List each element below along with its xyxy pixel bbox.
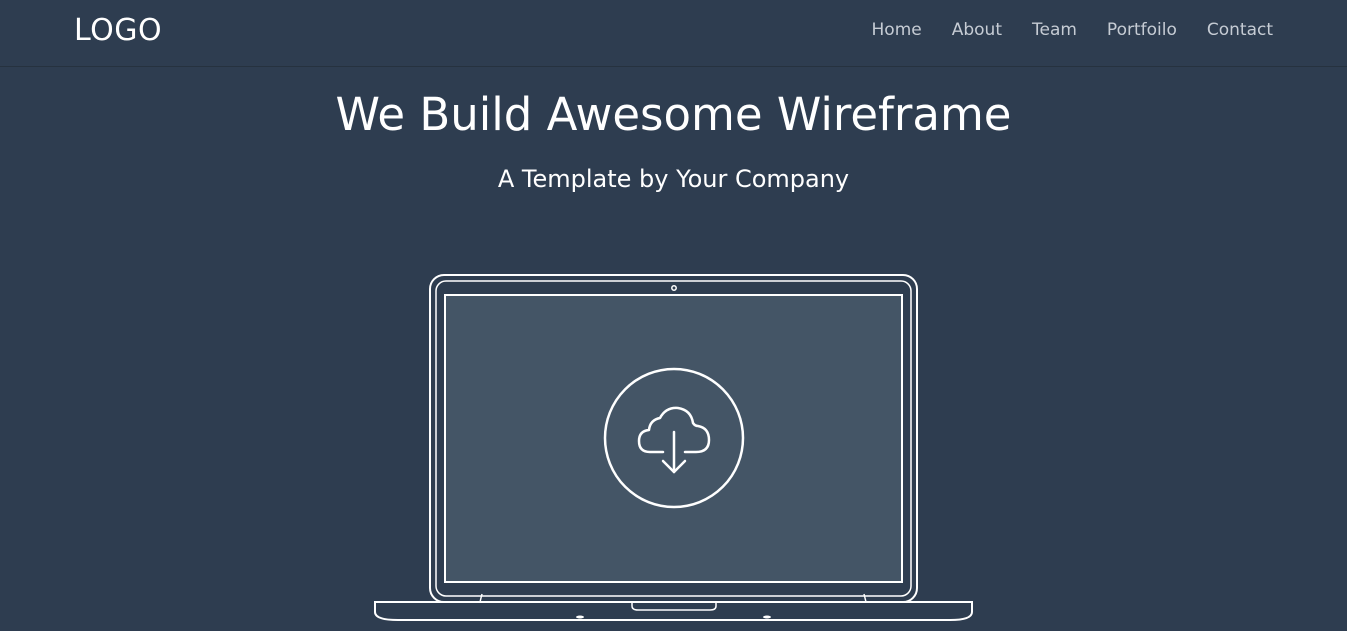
hero-subtitle: A Template by Your Company — [497, 165, 850, 193]
nav-home-link[interactable]: Home — [872, 20, 922, 40]
nav-team-link[interactable]: Team — [1032, 20, 1077, 40]
logo[interactable]: LOGO — [74, 13, 162, 48]
nav-contact-link[interactable]: Contact — [1207, 20, 1273, 40]
nav-portfolio-link[interactable]: Portfoilo — [1107, 20, 1177, 40]
laptop-base — [374, 593, 973, 621]
laptop-deck — [374, 601, 973, 621]
laptop-illustration — [374, 274, 973, 621]
laptop-foot-left — [576, 615, 584, 619]
top-navbar: LOGO Home About Team Portfoilo Contact — [0, 0, 1347, 67]
laptop-foot-right — [763, 615, 771, 619]
main-nav: Home About Team Portfoilo Contact — [872, 20, 1273, 40]
nav-about-link[interactable]: About — [952, 20, 1002, 40]
hero-title: We Build Awesome Wireframe — [335, 88, 1012, 141]
laptop-notch — [631, 602, 717, 611]
camera-dot — [671, 285, 677, 291]
